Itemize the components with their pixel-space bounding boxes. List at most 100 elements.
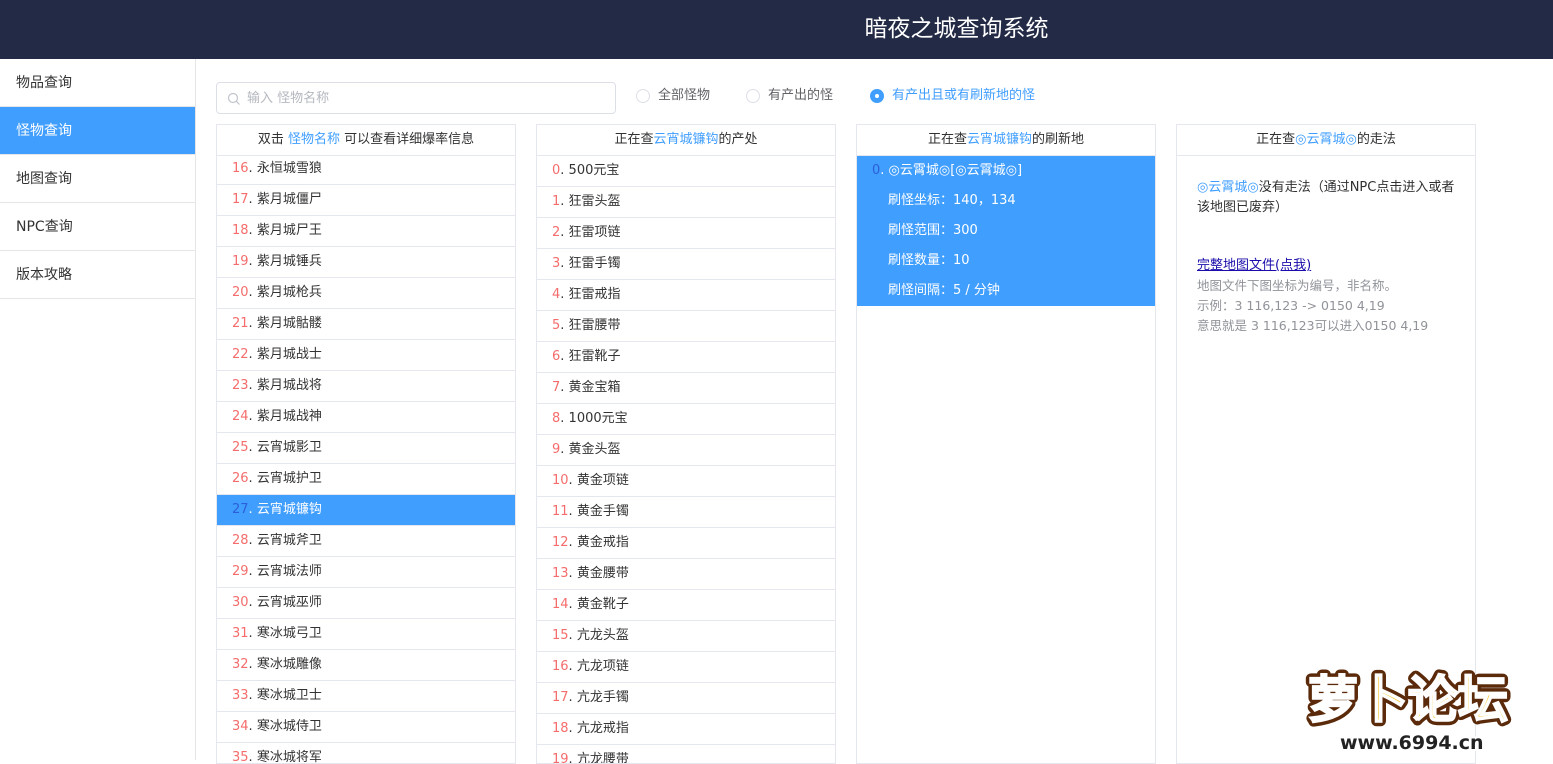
monster-list-panel: 双击 怪物名称 可以查看详细爆率信息 16. 永恒城雪狼 17. 紫月城僵尸 18.…: [216, 124, 516, 764]
filter-all-monsters[interactable]: 全部怪物: [636, 86, 736, 106]
drops-name: 黄金戒指: [576, 535, 629, 550]
monsters-name: 云宵城法师: [256, 564, 322, 579]
monsters-row[interactable]: 23. 紫月城战将: [217, 371, 515, 402]
monsters-name: 紫月城战士: [256, 347, 322, 362]
spawn-panel: 正在查云宵城镰钩的刷新地 0. ◎云霄城◎[◎云霄城◎] 刷怪坐标：140，13…: [856, 124, 1156, 764]
drops-name: 1000元宝: [568, 411, 628, 426]
monsters-row[interactable]: 26. 云宵城护卫: [217, 464, 515, 495]
monsters-row[interactable]: 16. 永恒城雪狼: [217, 154, 515, 185]
monsters-row[interactable]: 19. 紫月城锤兵: [217, 247, 515, 278]
monsters-row[interactable]: 22. 紫月城战士: [217, 340, 515, 371]
monsters-row[interactable]: 28. 云宵城斧卫: [217, 526, 515, 557]
drops-row[interactable]: 3. 狂雷手镯: [537, 249, 835, 280]
drops-row[interactable]: 12. 黄金戒指: [537, 528, 835, 559]
monsters-row[interactable]: 29. 云宵城法师: [217, 557, 515, 588]
drops-row[interactable]: 9. 黄金头盔: [537, 435, 835, 466]
drops-name: 狂雷头盔: [568, 194, 621, 209]
row-number: 11: [552, 504, 569, 519]
monsters-row[interactable]: 34. 寒冰城侍卫: [217, 712, 515, 743]
drops-name: 亢龙头盔: [576, 628, 629, 643]
path-status: ◎云霄城◎没有走法（通过NPC点击进入或者该地图已废弃）: [1197, 180, 1455, 215]
drops-row[interactable]: 14. 黄金靴子: [537, 590, 835, 621]
monsters-row[interactable]: 17. 紫月城僵尸: [217, 185, 515, 216]
monsters-name: 紫月城骷髅: [256, 316, 322, 331]
row-number: 17: [232, 192, 249, 207]
row-number: 28: [232, 533, 249, 548]
drops-row[interactable]: 15. 亢龙头盔: [537, 621, 835, 652]
sidebar-item-npc[interactable]: NPC查询: [0, 203, 195, 251]
row-number: 10: [552, 473, 569, 488]
sidebar-item-items[interactable]: 物品查询: [0, 59, 195, 107]
drops-row[interactable]: 16. 亢龙项链: [537, 652, 835, 683]
search-input[interactable]: [247, 87, 607, 109]
spawn-title: 0. ◎云霄城◎[◎云霄城◎]: [872, 163, 1023, 178]
monsters-row[interactable]: 20. 紫月城枪兵: [217, 278, 515, 309]
drops-row[interactable]: 19. 亢龙腰带: [537, 745, 835, 763]
row-number: 27: [232, 502, 249, 517]
drops-row[interactable]: 10. 黄金项链: [537, 466, 835, 497]
drops-name: 黄金宝箱: [568, 380, 621, 395]
sidebar: 物品查询 怪物查询 地图查询 NPC查询 版本攻略: [0, 59, 196, 760]
monsters-row[interactable]: 18. 紫月城尸王: [217, 216, 515, 247]
drops-row[interactable]: 13. 黄金腰带: [537, 559, 835, 590]
sidebar-item-maps[interactable]: 地图查询: [0, 155, 195, 203]
monsters-row[interactable]: 25. 云宵城影卫: [217, 433, 515, 464]
drops-row[interactable]: 4. 狂雷戒指: [537, 280, 835, 311]
filter-drops-or-spawns[interactable]: 有产出且或有刷新地的怪: [870, 86, 1060, 106]
spawn-range: 刷怪范围：300: [888, 223, 978, 238]
drop-list: 0. 500元宝 1. 狂雷头盔 2. 狂雷项链 3. 狂雷手镯 4. 狂雷戒指 5. 狂…: [537, 156, 835, 763]
monsters-name: 寒冰城侍卫: [256, 719, 322, 734]
monsters-row[interactable]: 32. 寒冰城雕像: [217, 650, 515, 681]
row-number: 18: [232, 223, 249, 238]
full-map-file-link[interactable]: 完整地图文件(点我): [1197, 258, 1311, 273]
search-icon: [227, 92, 240, 105]
row-number: 18: [552, 721, 569, 736]
drops-name: 黄金项链: [576, 473, 629, 488]
drops-row[interactable]: 8. 1000元宝: [537, 404, 835, 435]
monsters-row[interactable]: 27. 云宵城镰钩: [217, 495, 515, 526]
drops-name: 亢龙项链: [576, 659, 629, 674]
drops-row[interactable]: 1. 狂雷头盔: [537, 187, 835, 218]
drops-name: 亢龙戒指: [576, 721, 629, 736]
row-number: 13: [552, 566, 569, 581]
monsters-name: 寒冰城卫士: [256, 688, 322, 703]
drops-row[interactable]: 18. 亢龙戒指: [537, 714, 835, 745]
monsters-row[interactable]: 33. 寒冰城卫士: [217, 681, 515, 712]
monsters-row[interactable]: 30. 云宵城巫师: [217, 588, 515, 619]
drops-row[interactable]: 17. 亢龙手镯: [537, 683, 835, 714]
monsters-name: 紫月城尸王: [256, 223, 322, 238]
monsters-name: 紫月城枪兵: [256, 285, 322, 300]
row-number: 31: [232, 626, 249, 641]
drops-name: 黄金头盔: [568, 442, 621, 457]
sidebar-item-guide[interactable]: 版本攻略: [0, 251, 195, 299]
monsters-row[interactable]: 21. 紫月城骷髅: [217, 309, 515, 340]
monsters-name: 紫月城僵尸: [256, 192, 322, 207]
monsters-name: 云宵城影卫: [256, 440, 322, 455]
row-number: 30: [232, 595, 249, 610]
monsters-row[interactable]: 35. 寒冰城将军: [217, 743, 515, 763]
drops-row[interactable]: 6. 狂雷靴子: [537, 342, 835, 373]
monsters-row[interactable]: 24. 紫月城战神: [217, 402, 515, 433]
sidebar-item-monsters[interactable]: 怪物查询: [0, 107, 195, 155]
drops-row[interactable]: 2. 狂雷项链: [537, 218, 835, 249]
watermark-logo: 萝卜论坛 萝卜论坛 www.6994.cn www.6994.cn: [1300, 655, 1545, 757]
monsters-name: 云宵城护卫: [256, 471, 322, 486]
drops-name: 狂雷靴子: [568, 349, 621, 364]
search-box: [216, 82, 616, 114]
drops-row[interactable]: 11. 黄金手镯: [537, 497, 835, 528]
panel-header: 正在查云宵城镰钩的刷新地: [857, 125, 1155, 156]
drops-row[interactable]: 7. 黄金宝箱: [537, 373, 835, 404]
spawn-entry[interactable]: 0. ◎云霄城◎[◎云霄城◎] 刷怪坐标：140，134 刷怪范围：300 刷怪…: [857, 156, 1155, 306]
filter-with-drops[interactable]: 有产出的怪: [746, 86, 856, 106]
drops-row[interactable]: 5. 狂雷腰带: [537, 311, 835, 342]
row-number: 16: [232, 161, 249, 176]
drops-row[interactable]: 0. 500元宝: [537, 156, 835, 187]
monsters-row[interactable]: 31. 寒冰城弓卫: [217, 619, 515, 650]
drops-name: 狂雷戒指: [568, 287, 621, 302]
map-note-1: 地图文件下图坐标为编号，非名称。: [1197, 278, 1398, 293]
panel-header: 双击 怪物名称 可以查看详细爆率信息: [217, 125, 515, 156]
drops-name: 黄金手镯: [576, 504, 629, 519]
drops-panel: 正在查云宵城镰钩的产处 0. 500元宝 1. 狂雷头盔 2. 狂雷项链 3. 狂雷手…: [536, 124, 836, 764]
monsters-name: 云宵城斧卫: [256, 533, 322, 548]
monsters-name: 紫月城战将: [256, 378, 322, 393]
